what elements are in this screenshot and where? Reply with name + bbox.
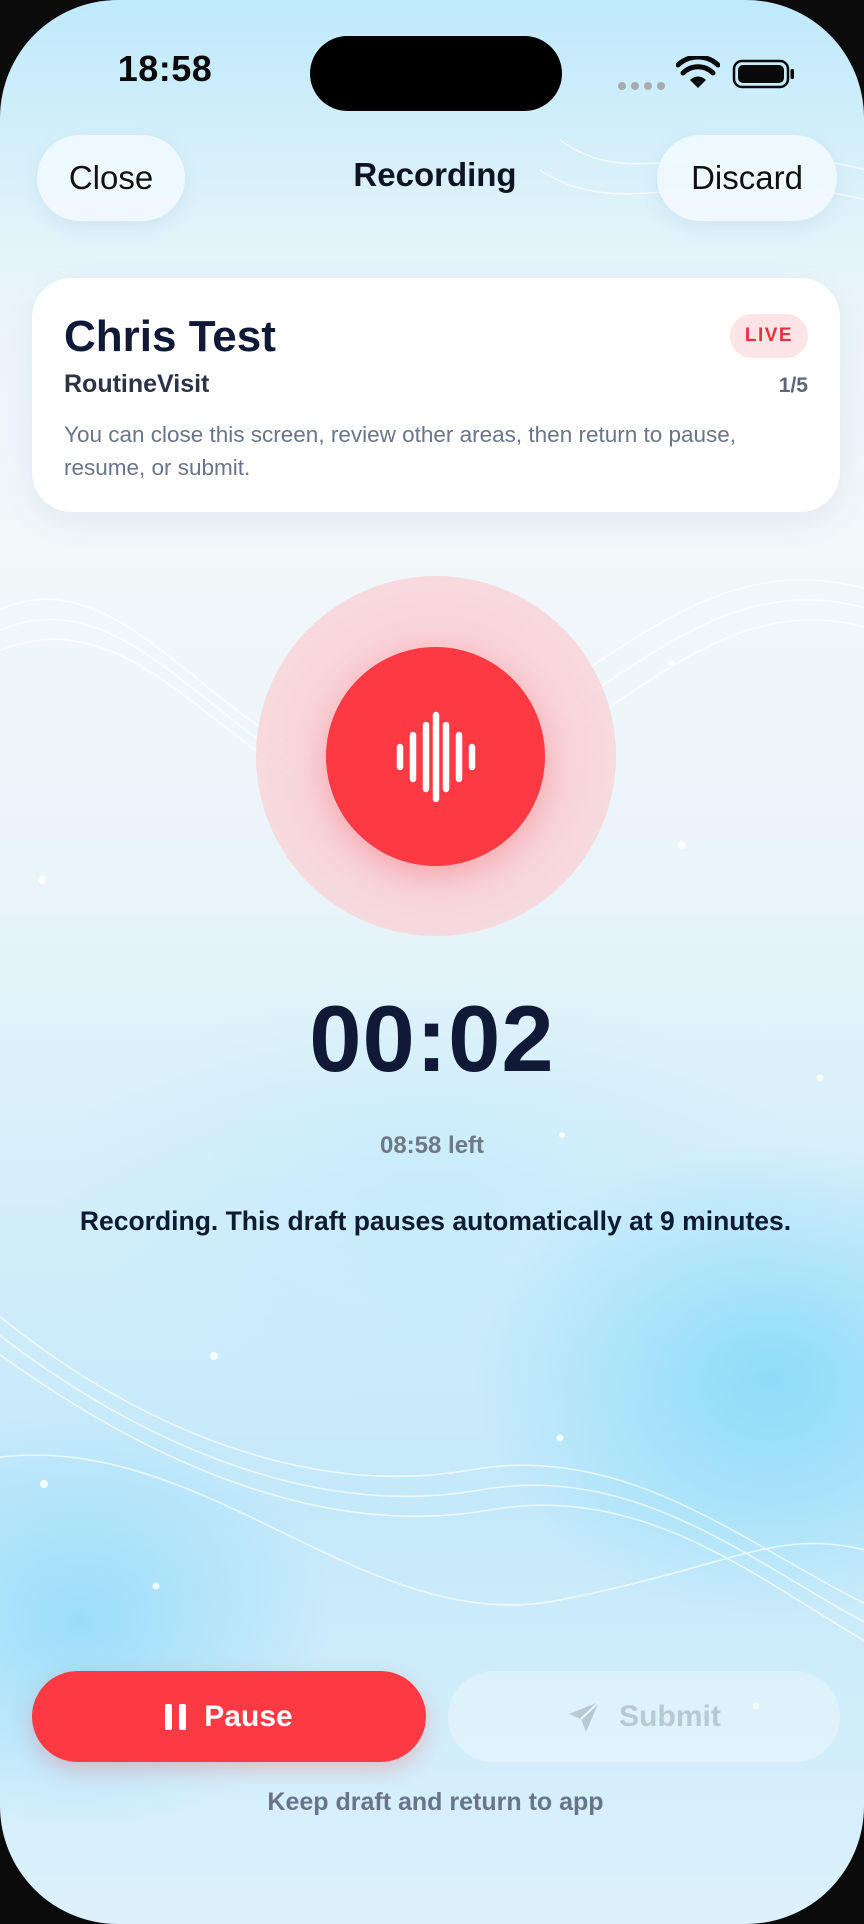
- submit-button[interactable]: Submit: [448, 1671, 840, 1762]
- status-time: 18:58: [117, 48, 213, 89]
- pause-icon: [165, 1703, 187, 1730]
- card-hint-text: You can close this screen, review other …: [64, 422, 737, 480]
- patient-name: Chris Test: [64, 312, 276, 361]
- record-button[interactable]: [326, 647, 545, 866]
- dynamic-island: [310, 36, 562, 111]
- paper-plane-icon: [569, 1700, 600, 1732]
- battery-icon: [732, 59, 794, 89]
- cellular-signal-icon: [618, 80, 668, 92]
- elapsed-timer: 00:02: [309, 986, 555, 1091]
- keep-draft-link[interactable]: Keep draft and return to app: [0, 1788, 864, 1817]
- discard-button[interactable]: Discard: [657, 135, 837, 221]
- recording-count: 1/5: [778, 374, 808, 397]
- visit-type: RoutineVisit: [64, 370, 210, 398]
- pause-label: Pause: [204, 1699, 293, 1733]
- app-screen: 18:58 Close Recording Discard Chris Test…: [0, 0, 864, 1924]
- time-remaining: 08:58 left: [379, 1132, 485, 1159]
- visit-card: Chris Test RoutineVisit LIVE 1/5 You can…: [32, 278, 840, 512]
- submit-label: Submit: [619, 1699, 721, 1733]
- live-badge: LIVE: [730, 314, 808, 358]
- pause-button[interactable]: Pause: [32, 1671, 426, 1762]
- recording-status-message: Recording. This draft pauses automatical…: [79, 1206, 792, 1236]
- close-button[interactable]: Close: [37, 135, 185, 221]
- page-title: Recording: [353, 156, 517, 193]
- wifi-icon: [676, 56, 720, 88]
- waveform-icon: [396, 711, 475, 802]
